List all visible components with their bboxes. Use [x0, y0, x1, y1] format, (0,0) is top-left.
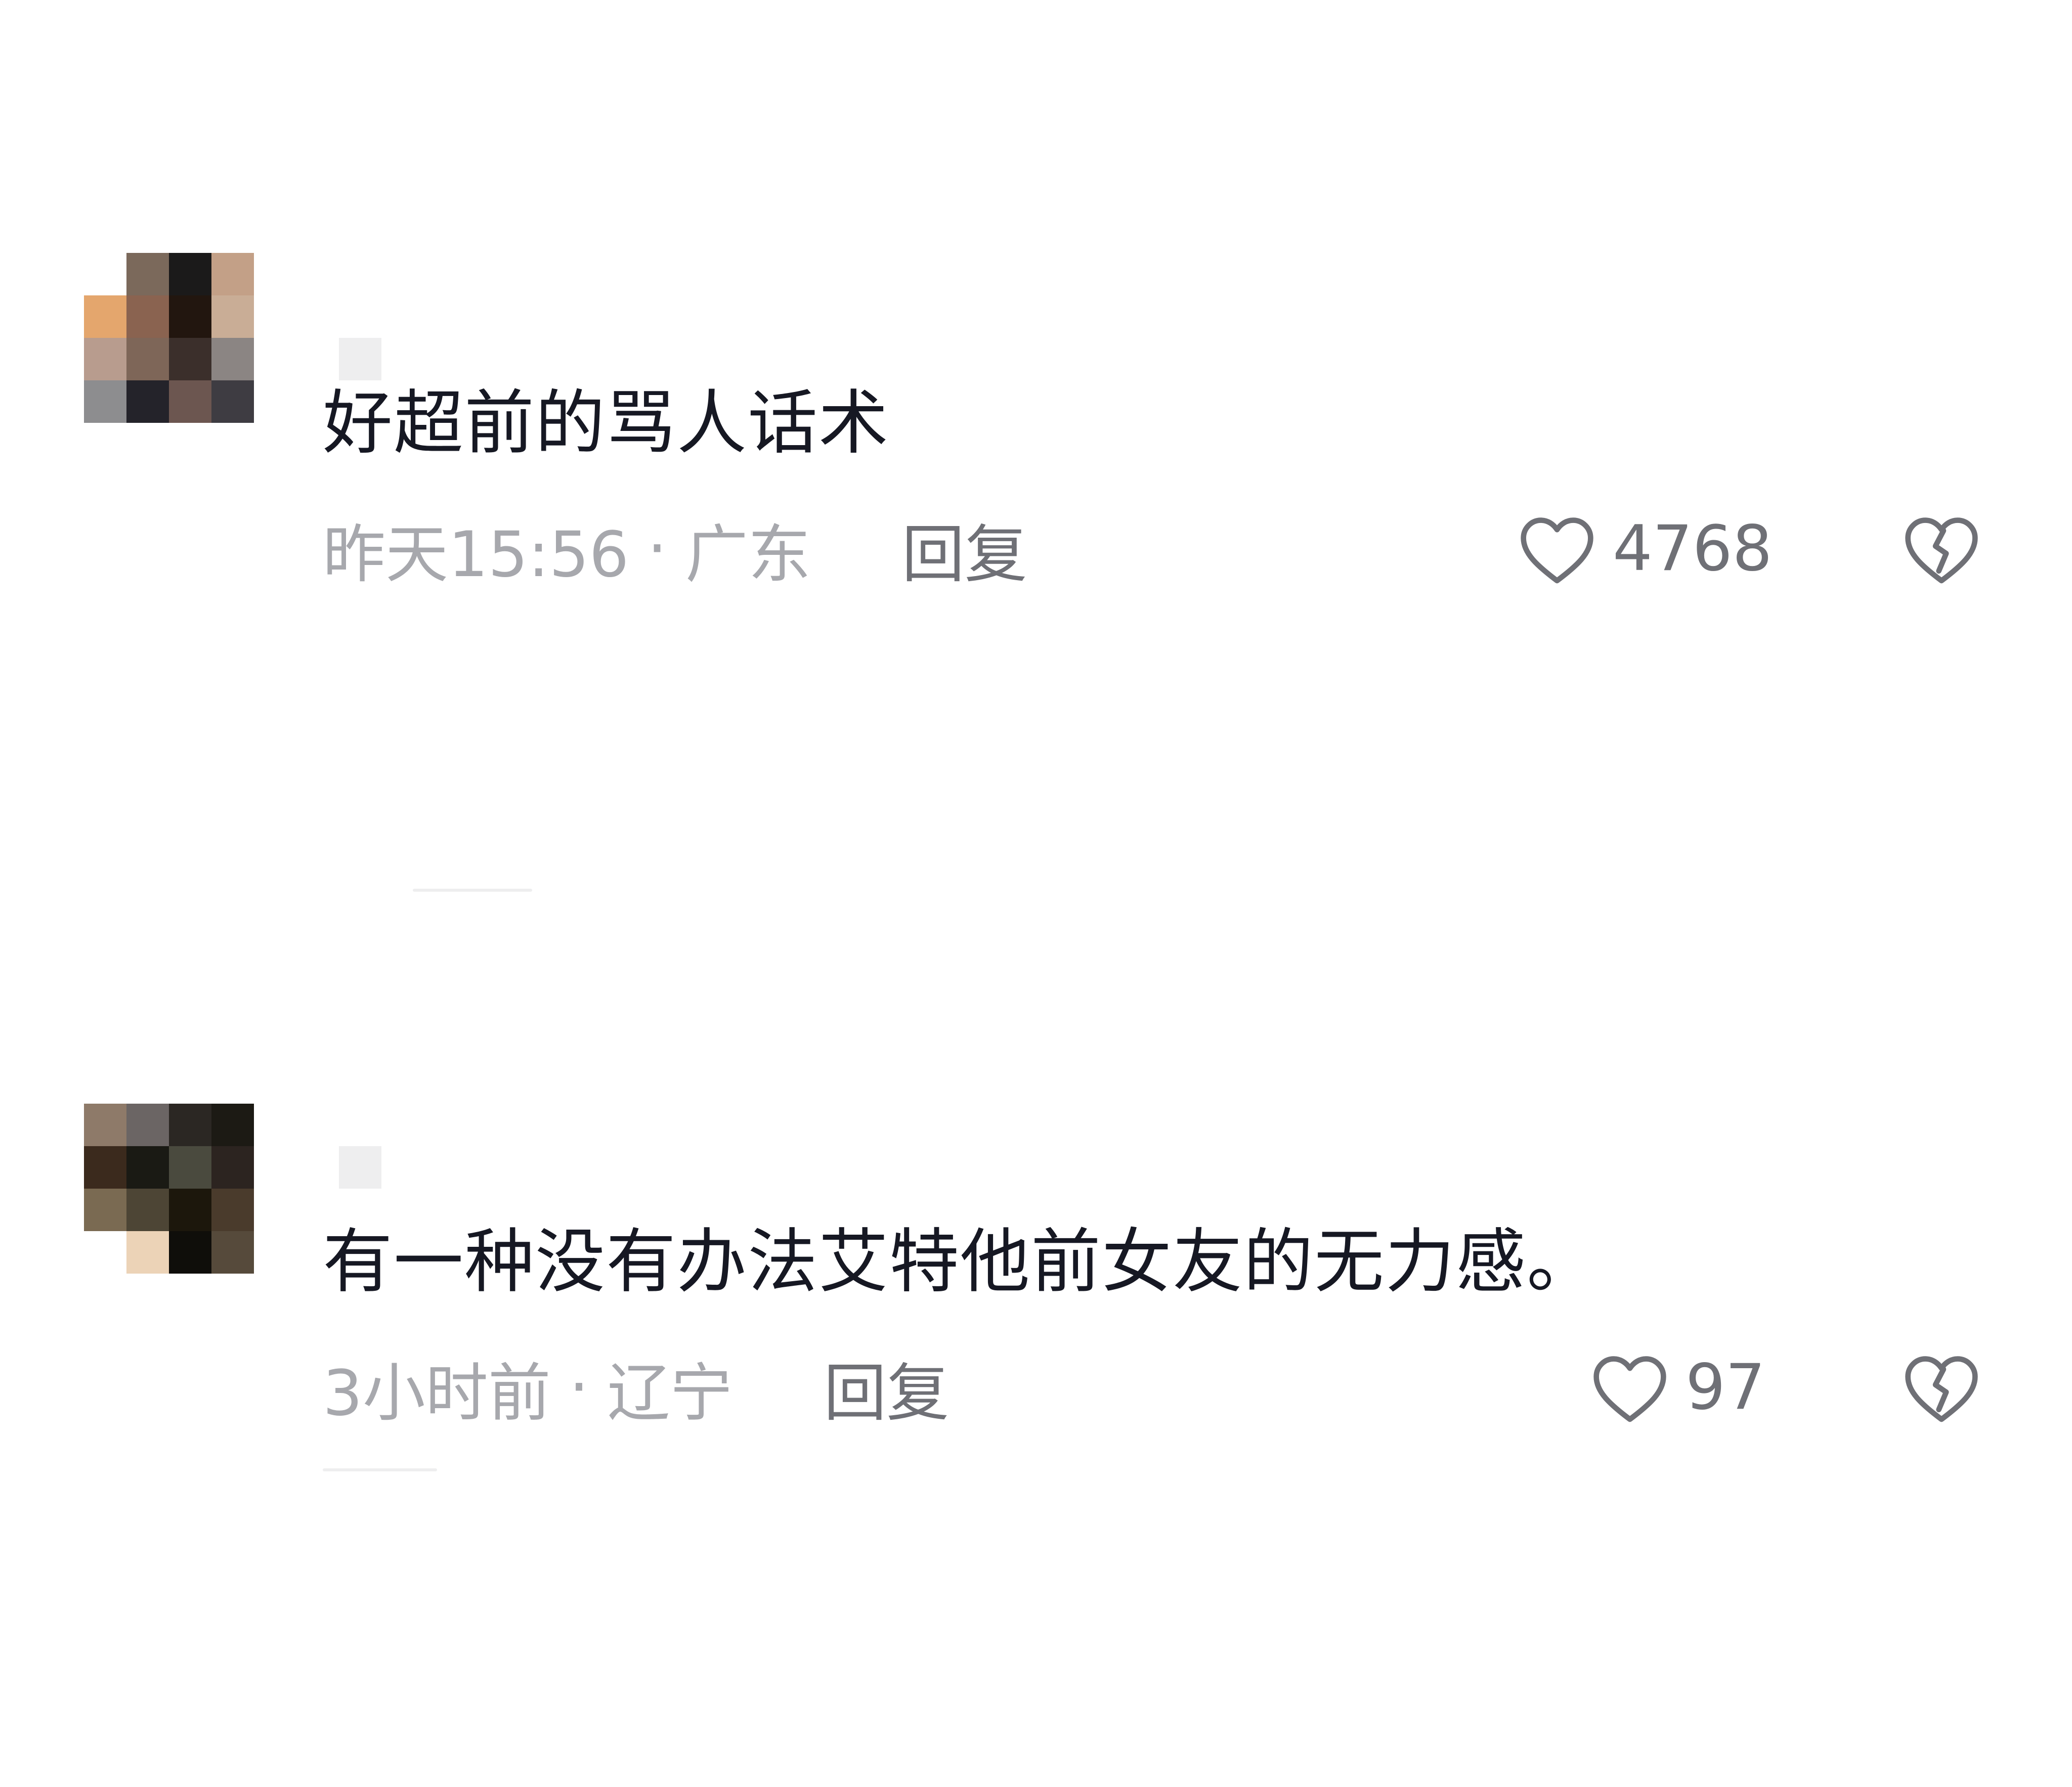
avatar-pixel [169, 1189, 211, 1231]
avatar-pixel [126, 253, 169, 295]
heart-outline-icon [1521, 517, 1593, 584]
avatar-pixel [211, 295, 254, 338]
dislike-button[interactable] [1900, 511, 1983, 587]
avatar-pixel [339, 338, 381, 380]
comment-text: 有一种没有办法艾特他前女友的无力感。 [323, 1221, 1598, 1302]
avatar-pixel [211, 1146, 254, 1189]
comment-location: 广东 [685, 518, 811, 591]
avatar-pixel [169, 338, 211, 380]
avatar-pixel [126, 1189, 169, 1231]
avatar-pixel [211, 1189, 254, 1231]
avatar-pixel [84, 1104, 126, 1146]
broken-heart-icon [1905, 1356, 1978, 1422]
avatar-pixel [126, 338, 169, 380]
meta-separator: · [647, 512, 667, 585]
avatar-pixel [211, 1104, 254, 1146]
avatar-pixel [126, 1231, 169, 1274]
avatar-pixel [169, 1104, 211, 1146]
avatar-pixel [169, 380, 211, 423]
avatar-pixel [84, 295, 126, 338]
avatar-pixel [126, 1104, 169, 1146]
like-count: 97 [1686, 1351, 1765, 1424]
avatar-pixel [169, 253, 211, 295]
comment-location: 辽宁 [607, 1357, 733, 1430]
divider [413, 889, 532, 892]
avatar-pixel [211, 338, 254, 380]
broken-heart-icon [1905, 517, 1978, 584]
avatar-pixel [84, 253, 126, 295]
avatar-pixel [169, 295, 211, 338]
like-button[interactable]: 97 [1588, 1349, 1765, 1425]
avatar[interactable] [84, 1104, 381, 1274]
avatar-pixel [84, 1231, 126, 1274]
avatar-pixel [169, 1231, 211, 1274]
comment-meta: 3小时前 · 辽宁 回复 [323, 1349, 949, 1430]
comment-text: 好超前的骂人话术 [323, 382, 890, 464]
dislike-button[interactable] [1900, 1349, 1983, 1425]
reply-button[interactable]: 回复 [902, 503, 1027, 594]
avatar-pixel [211, 253, 254, 295]
avatar-pixel [126, 295, 169, 338]
avatar-pixel [84, 338, 126, 380]
heart-outline-icon [1593, 1356, 1666, 1422]
comment-time: 昨天15:56 [323, 518, 629, 591]
avatar-pixel [211, 380, 254, 423]
avatar-pixel [126, 1146, 169, 1189]
comment-meta: 昨天15:56 · 广东 回复 [323, 511, 1027, 591]
avatar-pixel [339, 1146, 381, 1189]
avatar-pixel [84, 1146, 126, 1189]
comment-time: 3小时前 [323, 1357, 551, 1430]
avatar-pixel [126, 380, 169, 423]
avatar[interactable] [84, 253, 381, 423]
divider [323, 1468, 437, 1471]
avatar-pixel [84, 380, 126, 423]
meta-separator: · [569, 1351, 589, 1424]
avatar-pixel [84, 1189, 126, 1231]
like-button[interactable]: 4768 [1516, 511, 1773, 587]
reply-button[interactable]: 回复 [824, 1342, 949, 1433]
like-count: 4768 [1613, 512, 1773, 585]
avatar-pixel [169, 1146, 211, 1189]
avatar-pixel [211, 1231, 254, 1274]
